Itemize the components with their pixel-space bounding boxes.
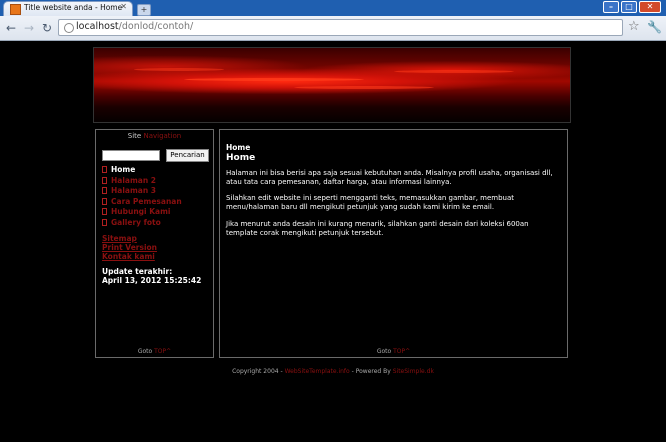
last-update-value: April 13, 2012 15:25:42 bbox=[102, 276, 202, 285]
favicon-icon bbox=[10, 4, 21, 15]
new-tab-button[interactable]: + bbox=[137, 4, 151, 16]
forward-arrow-icon[interactable]: → bbox=[22, 21, 36, 35]
sidebar-item-label: Hubungi Kami bbox=[111, 207, 171, 216]
minimize-button[interactable]: – bbox=[603, 1, 619, 13]
kontak-kami-link[interactable]: Kontak kami bbox=[102, 252, 157, 261]
page-title: Home bbox=[226, 153, 256, 163]
paragraph-1: Halaman ini bisa berisi apa saja sesuai … bbox=[226, 169, 553, 186]
last-update: Update terakhir: April 13, 2012 15:25:42 bbox=[102, 267, 201, 285]
footer: Copyright 2004 - WebSiteTemplate.info - … bbox=[0, 368, 666, 375]
sidebar-heading-site: Site bbox=[127, 132, 142, 140]
sidebar-item-halaman-3[interactable]: Halaman 3 bbox=[102, 186, 182, 197]
sidebar-item-label: Halaman 3 bbox=[111, 186, 157, 195]
back-arrow-icon[interactable]: ← bbox=[4, 21, 18, 35]
paragraph-3: Jika menurut anda desain ini kurang mena… bbox=[226, 220, 529, 237]
breadcrumb: Home bbox=[226, 143, 251, 152]
star-icon[interactable]: ☆ bbox=[628, 19, 640, 34]
goto-text: Goto bbox=[376, 348, 392, 355]
print-version-link[interactable]: Print Version bbox=[102, 243, 157, 252]
page-icon bbox=[102, 218, 107, 226]
sidebar: Site Navigation Pencarian Home Halaman 2… bbox=[95, 129, 214, 358]
footer-powered-link[interactable]: SiteSimple.dk bbox=[393, 368, 434, 375]
url-host: localhost bbox=[76, 21, 119, 32]
goto-top-link[interactable]: TOP^ bbox=[154, 348, 171, 355]
reload-icon[interactable]: ↻ bbox=[40, 21, 54, 35]
last-update-label: Update terakhir: bbox=[102, 267, 173, 276]
main-content: Home Home Halaman ini bisa berisi apa sa… bbox=[219, 129, 568, 358]
sidebar-item-label: Gallery foto bbox=[111, 217, 161, 227]
search-input[interactable] bbox=[102, 150, 160, 161]
browser-tab[interactable]: Title website anda - Home ✕ bbox=[3, 1, 133, 16]
banner-cloud-streak bbox=[294, 86, 434, 89]
browser-toolbar: ← → ↻ localhost/donlod/contoh/ ☆ 🔧 bbox=[0, 16, 666, 41]
page-icon bbox=[102, 166, 107, 173]
goto-top: Goto TOP^ bbox=[220, 348, 567, 355]
tab-close-icon[interactable]: ✕ bbox=[120, 2, 127, 11]
sidebar-item-home[interactable]: Home bbox=[102, 165, 182, 176]
address-bar[interactable]: localhost/donlod/contoh/ bbox=[58, 19, 623, 36]
address-url[interactable]: localhost/donlod/contoh/ bbox=[76, 21, 193, 32]
footer-copyright: Copyright 2004 - bbox=[232, 368, 283, 375]
page-icon bbox=[102, 187, 107, 194]
goto-top-link[interactable]: TOP^ bbox=[393, 348, 410, 355]
footer-site-link[interactable]: WebSiteTemplate.info bbox=[285, 368, 350, 375]
wrench-icon[interactable]: 🔧 bbox=[647, 20, 662, 34]
sidebar-heading-nav: Navigation bbox=[143, 132, 182, 140]
sidebar-item-label: Home bbox=[111, 165, 136, 174]
maximize-button[interactable]: □ bbox=[621, 1, 637, 13]
page-icon bbox=[102, 176, 107, 184]
goto-text: Goto bbox=[137, 348, 153, 355]
close-window-button[interactable]: ✕ bbox=[639, 1, 661, 13]
sitemap-link[interactable]: Sitemap bbox=[102, 234, 157, 243]
header-banner-image bbox=[93, 47, 571, 123]
banner-cloud-streak bbox=[134, 68, 224, 71]
banner-cloud-streak bbox=[184, 78, 364, 81]
page-icon bbox=[102, 197, 107, 205]
sidebar-item-hubungi-kami[interactable]: Hubungi Kami bbox=[102, 207, 182, 218]
banner-cloud-streak bbox=[394, 70, 514, 73]
url-path: /donlod/contoh/ bbox=[118, 21, 194, 32]
sidebar-item-gallery-foto[interactable]: Gallery foto bbox=[102, 218, 182, 229]
page-icon bbox=[64, 23, 74, 33]
window-titlebar: Title website anda - Home ✕ + – □ ✕ bbox=[0, 0, 666, 16]
sidebar-item-halaman-2[interactable]: Halaman 2 bbox=[102, 176, 182, 187]
search-button[interactable]: Pencarian bbox=[166, 149, 209, 162]
sidebar-item-cara-pemesanan[interactable]: Cara Pemesanan bbox=[102, 197, 182, 208]
sidebar-links: Sitemap Print Version Kontak kami bbox=[102, 234, 157, 261]
sidebar-item-label: Halaman 2 bbox=[111, 175, 157, 185]
paragraph-2: Silahkan edit website ini seperti mengga… bbox=[226, 194, 515, 211]
sidebar-nav: Home Halaman 2 Halaman 3 Cara Pemesanan … bbox=[102, 165, 182, 228]
footer-powered: - Powered By bbox=[351, 368, 391, 375]
sidebar-item-label: Cara Pemesanan bbox=[111, 196, 182, 206]
tab-title: Title website anda - Home bbox=[24, 3, 123, 12]
page-icon bbox=[102, 208, 107, 215]
goto-top: Goto TOP^ bbox=[96, 348, 213, 355]
web-page: Site Navigation Pencarian Home Halaman 2… bbox=[0, 41, 666, 442]
sidebar-heading: Site Navigation bbox=[96, 132, 213, 140]
